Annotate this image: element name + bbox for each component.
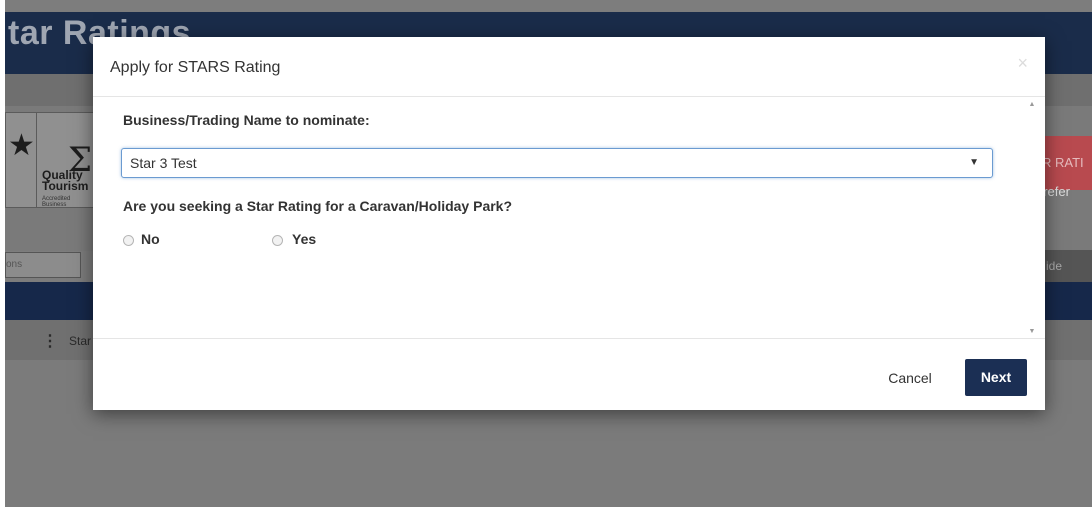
close-icon[interactable]: × — [1017, 53, 1028, 74]
radio-no[interactable] — [123, 235, 134, 246]
business-name-select[interactable]: Star 3 Test ▼ — [121, 148, 993, 178]
modal-title: Apply for STARS Rating — [110, 59, 281, 76]
business-name-select-value: Star 3 Test — [130, 155, 197, 171]
business-name-label: Business/Trading Name to nominate: — [123, 112, 370, 128]
radio-yes[interactable] — [272, 235, 283, 246]
cancel-button[interactable]: Cancel — [874, 360, 946, 396]
chevron-down-icon: ▼ — [969, 157, 979, 168]
accredited-business-text: Accredited Business — [42, 196, 71, 208]
modal-body: Business/Trading Name to nominate: Star … — [93, 97, 1045, 338]
next-button[interactable]: Next — [965, 359, 1027, 396]
modal-footer: Cancel Next — [93, 338, 1045, 411]
background-button: ons — [5, 252, 81, 278]
quality-tourism-text: Quality Tourism — [42, 168, 89, 193]
star-icon: ★ — [8, 129, 35, 162]
radio-yes-label: Yes — [292, 231, 317, 247]
modal-header: Apply for STARS Rating × — [93, 37, 1045, 97]
scroll-down-icon[interactable]: ▼ — [1027, 328, 1037, 335]
radio-option-no[interactable]: No — [123, 231, 203, 251]
scroll-up-icon[interactable]: ▲ — [1027, 101, 1037, 108]
modal-scrollbar[interactable]: ▲ ▼ — [1027, 101, 1037, 335]
breadcrumb: Star — [69, 334, 92, 348]
caravan-question-label: Are you seeking a Star Rating for a Cara… — [123, 198, 513, 214]
breadcrumb-separator-icon: ⋮ — [42, 333, 58, 350]
radio-no-label: No — [141, 231, 160, 247]
apply-stars-rating-dialog: Apply for STARS Rating × Business/Tradin… — [93, 37, 1045, 410]
radio-option-yes[interactable]: Yes — [272, 231, 352, 251]
